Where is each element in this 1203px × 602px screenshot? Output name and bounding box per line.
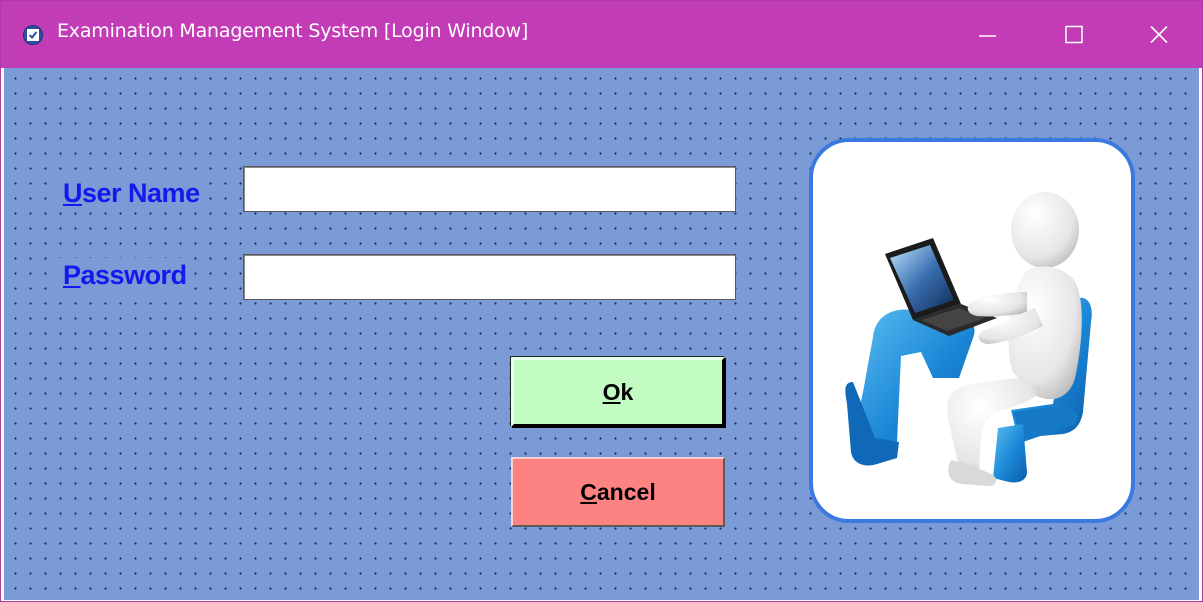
password-input[interactable] <box>243 254 736 300</box>
cancel-button[interactable]: Cancel <box>511 457 725 527</box>
password-label-accelerator: P <box>63 260 81 290</box>
maximize-icon <box>1065 25 1083 44</box>
password-label: Password <box>59 258 191 292</box>
title-bar[interactable]: Examination Management System [Login Win… <box>1 1 1202 68</box>
close-icon <box>1150 25 1168 44</box>
username-label-text: ser Name <box>82 178 200 208</box>
minimize-icon <box>979 35 996 37</box>
username-label-accelerator: U <box>63 178 83 208</box>
form-client-area: User Name Password Ok Cancel <box>4 68 1199 600</box>
checkbox-icon <box>23 25 43 45</box>
ok-button-text: k <box>620 379 634 405</box>
maximize-button[interactable] <box>1033 1 1115 68</box>
minimize-button[interactable] <box>947 1 1029 68</box>
username-label: User Name <box>59 176 204 210</box>
user-at-laptop-icon <box>845 192 1092 486</box>
illustration-frame <box>809 138 1135 523</box>
ok-button[interactable]: Ok <box>511 357 725 427</box>
cancel-button-accelerator: C <box>580 479 597 505</box>
close-button[interactable] <box>1118 1 1200 68</box>
username-input[interactable] <box>243 166 736 212</box>
cancel-button-text: ancel <box>596 479 656 505</box>
ok-button-accelerator: O <box>602 379 621 405</box>
password-label-text: assword <box>80 260 188 290</box>
login-window: Examination Management System [Login Win… <box>0 0 1203 602</box>
window-title: Examination Management System [Login Win… <box>57 20 529 42</box>
